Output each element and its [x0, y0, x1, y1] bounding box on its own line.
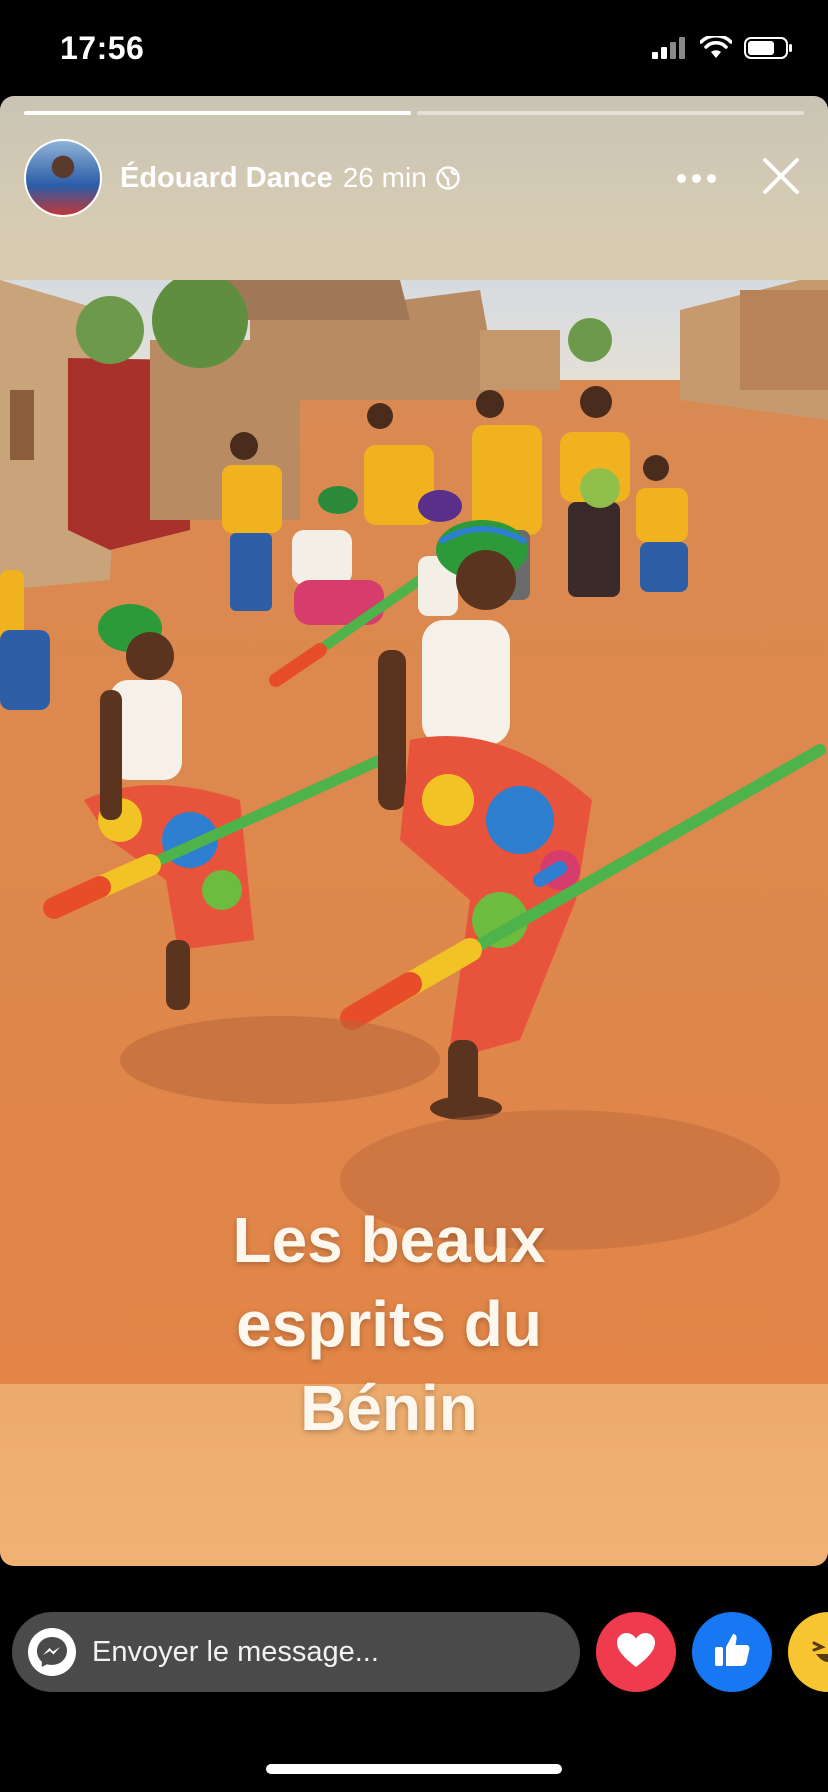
love-reaction-button[interactable] [596, 1612, 676, 1692]
messenger-icon [28, 1628, 76, 1676]
post-time: 26 min [342, 162, 427, 193]
story-viewer[interactable]: Édouard Dance 26 min Les beaux esprits d… [0, 96, 828, 1566]
caption-line: esprits du [236, 1288, 542, 1360]
progress-segment [24, 111, 411, 115]
home-indicator[interactable] [266, 1764, 562, 1774]
story-caption: Les beaux esprits du Bénin [0, 1198, 778, 1450]
status-bar: 17:56 [0, 0, 828, 96]
message-input[interactable]: Envoyer le message... [12, 1612, 580, 1692]
haha-reaction-button[interactable] [788, 1612, 828, 1692]
story-progress [24, 111, 804, 115]
thumbs-up-icon [712, 1630, 752, 1675]
status-icons [652, 34, 794, 65]
like-reaction-button[interactable] [692, 1612, 772, 1692]
globe-icon [435, 165, 461, 191]
header-actions [677, 157, 800, 200]
message-placeholder: Envoyer le message... [92, 1635, 379, 1668]
story-header: Édouard Dance 26 min [24, 138, 804, 218]
status-time: 17:56 [60, 30, 145, 66]
author-name[interactable]: Édouard Dance [120, 162, 333, 195]
close-icon[interactable] [762, 157, 800, 200]
author-avatar[interactable] [24, 139, 102, 217]
reply-bar: Envoyer le message... [0, 1600, 828, 1700]
signal-icon [652, 37, 688, 64]
caption-line: Bénin [300, 1372, 478, 1444]
battery-icon [744, 36, 794, 65]
progress-fill [24, 111, 411, 115]
caption-line: Les beaux [232, 1204, 546, 1276]
wifi-icon [699, 34, 733, 65]
heart-icon [615, 1631, 657, 1674]
laughing-face-icon [806, 1628, 828, 1677]
progress-segment [417, 111, 804, 115]
more-options-icon[interactable] [677, 173, 716, 183]
